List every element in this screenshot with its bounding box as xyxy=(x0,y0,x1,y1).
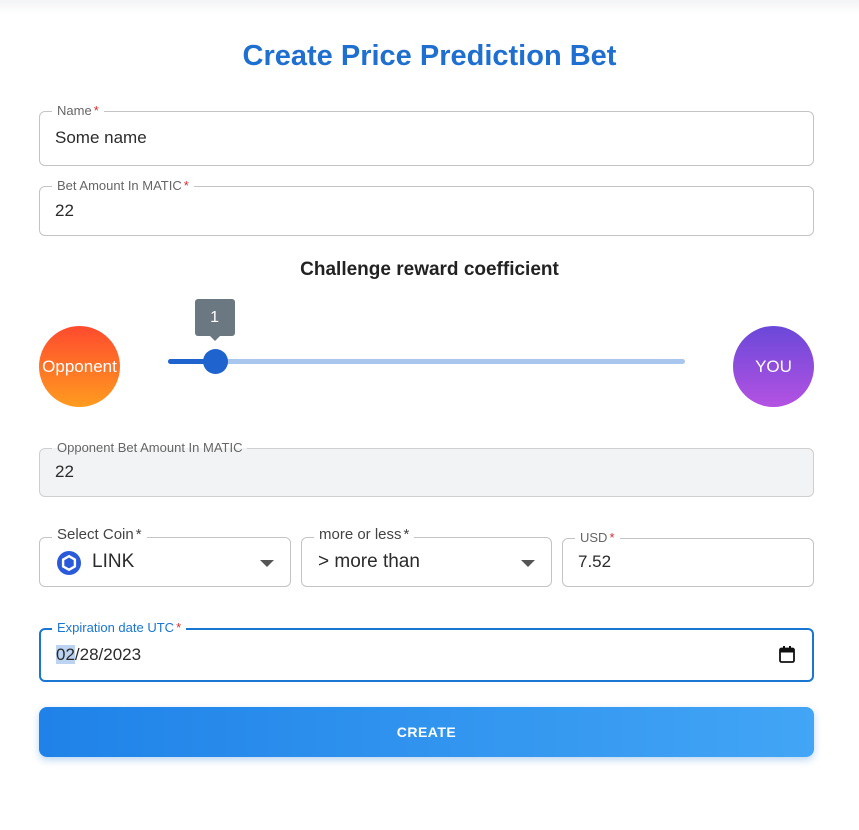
top-shade xyxy=(0,0,859,14)
direction-value: > more than xyxy=(318,551,420,572)
coin-value: LINK xyxy=(92,551,135,572)
opponent-bet-value: 22 xyxy=(55,462,74,481)
page-title: Create Price Prediction Bet xyxy=(242,40,617,72)
chevron-down-icon xyxy=(260,560,274,567)
opponent-bet-field: Opponent Bet Amount In MATIC 22 xyxy=(39,440,814,497)
name-label: Name * xyxy=(52,103,104,119)
opponent-bet-label: Opponent Bet Amount In MATIC xyxy=(52,440,248,456)
expiration-label: Expiration date UTC * xyxy=(52,620,187,636)
coin-label: Select Coin * xyxy=(52,527,147,543)
slider-value-tooltip: 1 xyxy=(194,299,235,341)
coefficient-heading: Challenge reward coefficient xyxy=(300,259,559,280)
usd-label: USD * xyxy=(575,530,620,546)
you-avatar: YOU xyxy=(733,326,814,407)
calendar-icon[interactable] xyxy=(779,646,795,663)
bet-amount-value: 22 xyxy=(55,201,74,220)
chainlink-icon xyxy=(57,551,81,575)
direction-select[interactable]: more or less * > more than xyxy=(301,527,552,587)
bet-amount-field[interactable]: Bet Amount In MATIC * 22 xyxy=(39,178,814,236)
coin-select[interactable]: Select Coin * LINK xyxy=(39,527,291,587)
bet-amount-label: Bet Amount In MATIC * xyxy=(52,178,194,194)
chevron-down-icon xyxy=(521,560,535,567)
name-field[interactable]: Name * Some name xyxy=(39,103,814,166)
expiration-date-field[interactable]: Expiration date UTC * 02/28/2023 xyxy=(39,620,814,682)
slider-thumb[interactable] xyxy=(202,349,228,374)
slider-rail[interactable] xyxy=(168,359,685,364)
create-button[interactable]: CREATE xyxy=(39,707,814,757)
name-value: Some name xyxy=(55,128,147,147)
usd-field[interactable]: USD * 7.52 xyxy=(562,530,814,587)
opponent-avatar: Opponent xyxy=(39,326,120,407)
expiration-month: 02 xyxy=(56,645,75,664)
direction-label: more or less * xyxy=(314,527,415,543)
usd-value: 7.52 xyxy=(578,552,612,571)
expiration-day-year: /28/2023 xyxy=(74,645,142,664)
expiration-value: 02/28/2023 xyxy=(56,645,141,665)
